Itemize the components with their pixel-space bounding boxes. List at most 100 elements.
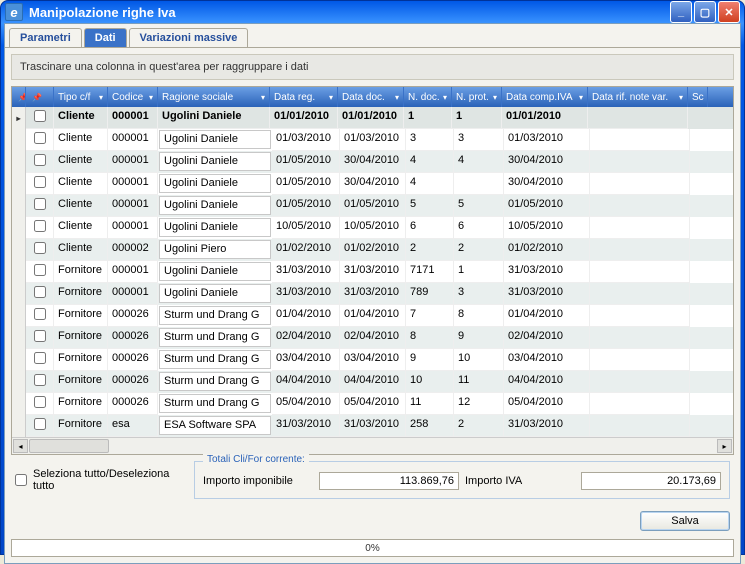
select-all-toggle[interactable]: Seleziona tutto/Deseleziona tutto <box>15 468 184 492</box>
group-by-hint[interactable]: Trascinare una colonna in quest'area per… <box>11 54 734 80</box>
progress-bar: 0% <box>11 539 734 557</box>
tab-parametri[interactable]: Parametri <box>9 28 82 47</box>
row-checkbox-cell <box>26 151 54 173</box>
row-checkbox-cell <box>26 415 54 437</box>
cell-data-rif-note-var <box>590 261 690 283</box>
row-indicator <box>12 349 26 371</box>
table-row[interactable]: Fornitore000026Sturm und Drang G03/04/20… <box>12 349 733 371</box>
cell-ragione-sociale: Sturm und Drang G <box>159 394 271 413</box>
close-button[interactable]: ✕ <box>718 1 740 23</box>
row-checkbox[interactable] <box>34 176 46 188</box>
col-data-doc[interactable]: Data doc.▾ <box>338 87 404 107</box>
row-checkbox[interactable] <box>34 330 46 342</box>
cell-tipo: Cliente <box>54 195 108 217</box>
select-all-checkbox[interactable] <box>15 474 27 486</box>
row-checkbox[interactable] <box>34 242 46 254</box>
table-row[interactable]: Cliente000002Ugolini Piero01/02/201001/0… <box>12 239 733 261</box>
row-checkbox[interactable] <box>34 352 46 364</box>
sort-icon: ▾ <box>395 93 399 102</box>
row-checkbox[interactable] <box>34 396 46 408</box>
row-checkbox[interactable] <box>34 132 46 144</box>
col-codice[interactable]: Codice▾ <box>108 87 158 107</box>
cell-data-comp-iva: 01/04/2010 <box>504 305 590 327</box>
totals-group: Totali Cli/For corrente: Importo imponib… <box>194 461 730 499</box>
table-row[interactable]: Fornitore000026Sturm und Drang G05/04/20… <box>12 393 733 415</box>
table-row[interactable]: Fornitore000026Sturm und Drang G04/04/20… <box>12 371 733 393</box>
cell-n-prot: 8 <box>454 305 504 327</box>
col-n-prot[interactable]: N. prot.▾ <box>452 87 502 107</box>
cell-data-reg: 10/05/2010 <box>272 217 340 239</box>
grid-body[interactable]: ▸Cliente000001Ugolini Daniele01/01/20100… <box>12 107 733 437</box>
cell-data-reg: 05/04/2010 <box>272 393 340 415</box>
sort-icon: ▾ <box>149 93 153 102</box>
row-checkbox[interactable] <box>34 264 46 276</box>
table-row[interactable]: Cliente000001Ugolini Daniele01/05/201030… <box>12 151 733 173</box>
table-row[interactable]: Fornitore000026Sturm und Drang G02/04/20… <box>12 327 733 349</box>
cell-data-doc: 31/03/2010 <box>340 415 406 437</box>
col-sc[interactable]: Sc <box>688 87 708 107</box>
imponibile-value[interactable] <box>319 472 459 490</box>
cell-codice: 000001 <box>108 151 158 173</box>
cell-data-doc: 01/05/2010 <box>340 195 406 217</box>
table-row[interactable]: Fornitore000026Sturm und Drang G01/04/20… <box>12 305 733 327</box>
row-indicator <box>12 217 26 239</box>
col-data-comp-iva[interactable]: Data comp.IVA▾ <box>502 87 588 107</box>
minimize-button[interactable]: _ <box>670 1 692 23</box>
cell-n-doc: 2 <box>406 239 454 261</box>
scroll-thumb[interactable] <box>29 439 109 453</box>
data-grid: 📌 📌 Tipo c/f▾ Codice▾ Ragione sociale▾ D… <box>11 86 734 455</box>
row-checkbox[interactable] <box>34 198 46 210</box>
horizontal-scrollbar[interactable]: ◂ ▸ <box>12 437 733 454</box>
tabstrip: Parametri Dati Variazioni massive <box>5 24 740 48</box>
table-row[interactable]: Fornitore000001Ugolini Daniele31/03/2010… <box>12 283 733 305</box>
iva-value[interactable] <box>581 472 721 490</box>
cell-data-rif-note-var <box>590 173 690 195</box>
col-data-rif-note-var[interactable]: Data rif. note var.▾ <box>588 87 688 107</box>
row-checkbox[interactable] <box>34 220 46 232</box>
row-checkbox-cell <box>26 283 54 305</box>
maximize-button[interactable]: ▢ <box>694 1 716 23</box>
row-checkbox[interactable] <box>34 374 46 386</box>
row-checkbox-cell <box>26 195 54 217</box>
cell-data-comp-iva: 30/04/2010 <box>504 151 590 173</box>
cell-codice: 000026 <box>108 305 158 327</box>
table-row[interactable]: ▸Cliente000001Ugolini Daniele01/01/20100… <box>12 107 733 129</box>
tab-variazioni-massive[interactable]: Variazioni massive <box>129 28 249 47</box>
col-ragione-sociale[interactable]: Ragione sociale▾ <box>158 87 270 107</box>
cell-data-doc: 31/03/2010 <box>340 261 406 283</box>
col-checkbox[interactable]: 📌 <box>26 87 54 107</box>
cell-data-rif-note-var <box>590 283 690 305</box>
scroll-right-arrow-icon[interactable]: ▸ <box>717 439 732 453</box>
save-button[interactable]: Salva <box>640 511 730 531</box>
cell-data-rif-note-var <box>590 239 690 261</box>
cell-data-comp-iva: 10/05/2010 <box>504 217 590 239</box>
col-tipo[interactable]: Tipo c/f▾ <box>54 87 108 107</box>
col-n-doc[interactable]: N. doc.▾ <box>404 87 452 107</box>
row-checkbox-cell <box>26 371 54 393</box>
cell-codice: 000026 <box>108 371 158 393</box>
cell-data-comp-iva: 30/04/2010 <box>504 173 590 195</box>
cell-n-prot: 2 <box>454 415 504 437</box>
table-row[interactable]: Cliente000001Ugolini Daniele10/05/201010… <box>12 217 733 239</box>
col-data-reg[interactable]: Data reg.▾ <box>270 87 338 107</box>
table-row[interactable]: Cliente000001Ugolini Daniele01/05/201030… <box>12 173 733 195</box>
table-row[interactable]: Fornitore000001Ugolini Daniele31/03/2010… <box>12 261 733 283</box>
row-checkbox-cell <box>26 261 54 283</box>
row-checkbox[interactable] <box>34 154 46 166</box>
row-indicator <box>12 415 26 437</box>
scroll-left-arrow-icon[interactable]: ◂ <box>13 439 28 453</box>
cell-data-doc: 02/04/2010 <box>340 327 406 349</box>
row-checkbox[interactable] <box>34 110 46 122</box>
cell-data-doc: 01/04/2010 <box>340 305 406 327</box>
row-checkbox[interactable] <box>34 308 46 320</box>
row-checkbox[interactable] <box>34 418 46 430</box>
table-row[interactable]: Cliente000001Ugolini Daniele01/03/201001… <box>12 129 733 151</box>
col-indicator[interactable]: 📌 <box>12 87 26 107</box>
tab-dati[interactable]: Dati <box>84 28 127 47</box>
cell-n-doc: 8 <box>406 327 454 349</box>
table-row[interactable]: Cliente000001Ugolini Daniele01/05/201001… <box>12 195 733 217</box>
cell-data-rif-note-var <box>588 107 688 129</box>
cell-data-reg: 31/03/2010 <box>272 415 340 437</box>
row-checkbox[interactable] <box>34 286 46 298</box>
table-row[interactable]: FornitoreesaESA Software SPA31/03/201031… <box>12 415 733 437</box>
